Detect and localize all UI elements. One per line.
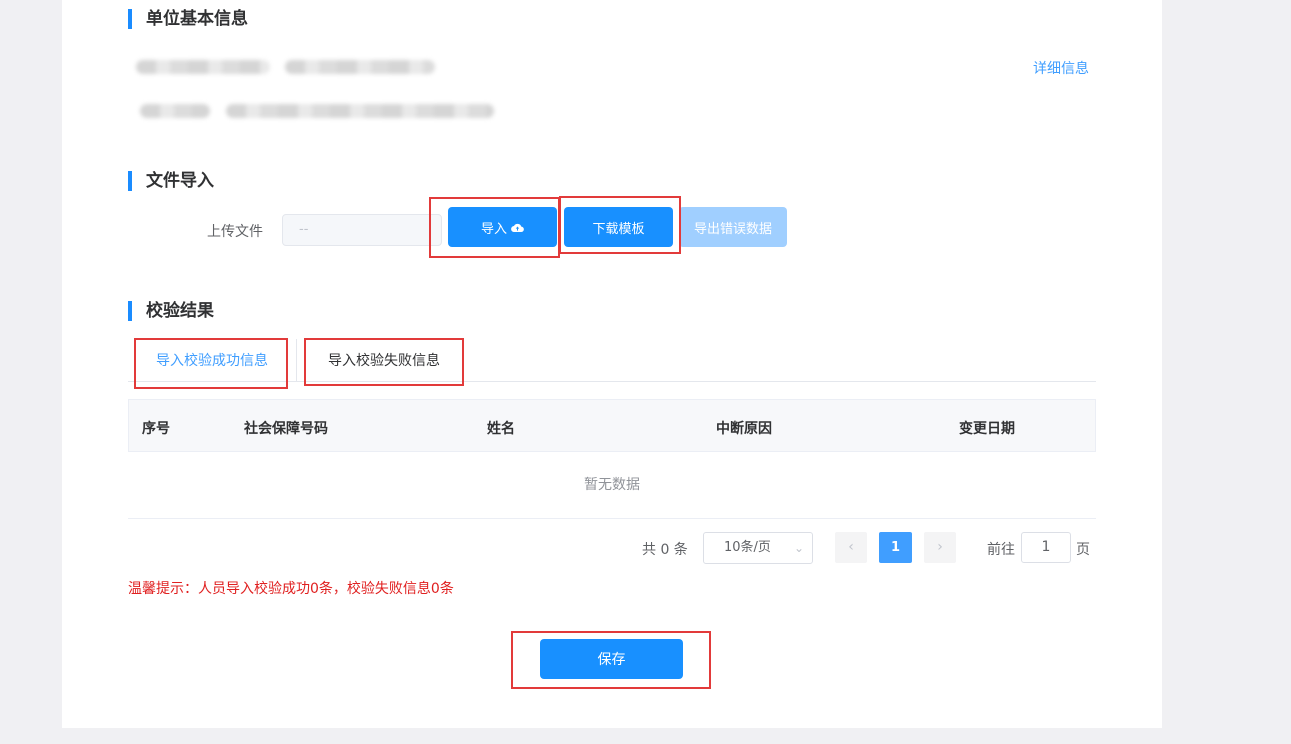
highlight-box-success-tab [134,338,288,389]
column-header-ssn: 社会保障号码 [244,421,328,437]
highlight-box-import [429,197,560,258]
redacted-text [140,104,210,118]
chevron-down-icon: ⌄ [793,541,804,555]
current-page-button[interactable]: 1 [879,532,912,563]
chevron-right-icon: › [937,539,943,555]
tab-divider [296,339,297,382]
table-header: 序号 社会保障号码 姓名 中断原因 变更日期 [128,399,1096,452]
goto-page-input[interactable]: 1 [1021,532,1071,563]
warm-tip-text: 温馨提示：人员导入校验成功0条，校验失败信息0条 [128,581,454,597]
goto-label: 前往 [987,542,1015,558]
section-title-file-import: 文件导入 [128,171,214,191]
section-title-basic-info: 单位基本信息 [128,9,248,29]
column-header-name: 姓名 [487,421,515,437]
table-empty-text: 暂无数据 [128,453,1096,519]
page-size-value: 10条/页 [724,540,771,555]
redacted-text [136,60,270,74]
prev-page-button[interactable]: ‹ [835,532,867,563]
export-error-data-button[interactable]: 导出错误数据 [679,207,787,247]
highlight-box-save [511,631,711,689]
goto-unit: 页 [1076,542,1090,558]
detail-info-link[interactable]: 详细信息 [1033,58,1089,78]
highlight-box-download-template [559,196,681,254]
chevron-left-icon: ‹ [848,539,854,555]
column-header-index: 序号 [142,421,170,437]
section-title-check-result: 校验结果 [128,301,214,321]
redacted-text [285,60,435,74]
column-header-reason: 中断原因 [716,421,772,437]
pagination-total: 共 0 条 [642,542,688,558]
highlight-box-failure-tab [304,338,464,386]
upload-file-label: 上传文件 [207,224,263,240]
page-size-select[interactable]: 10条/页 ⌄ [703,532,813,564]
upload-file-input[interactable]: -- [282,214,442,246]
redacted-text [226,104,494,118]
next-page-button[interactable]: › [924,532,956,563]
column-header-change-date: 变更日期 [959,421,1015,437]
